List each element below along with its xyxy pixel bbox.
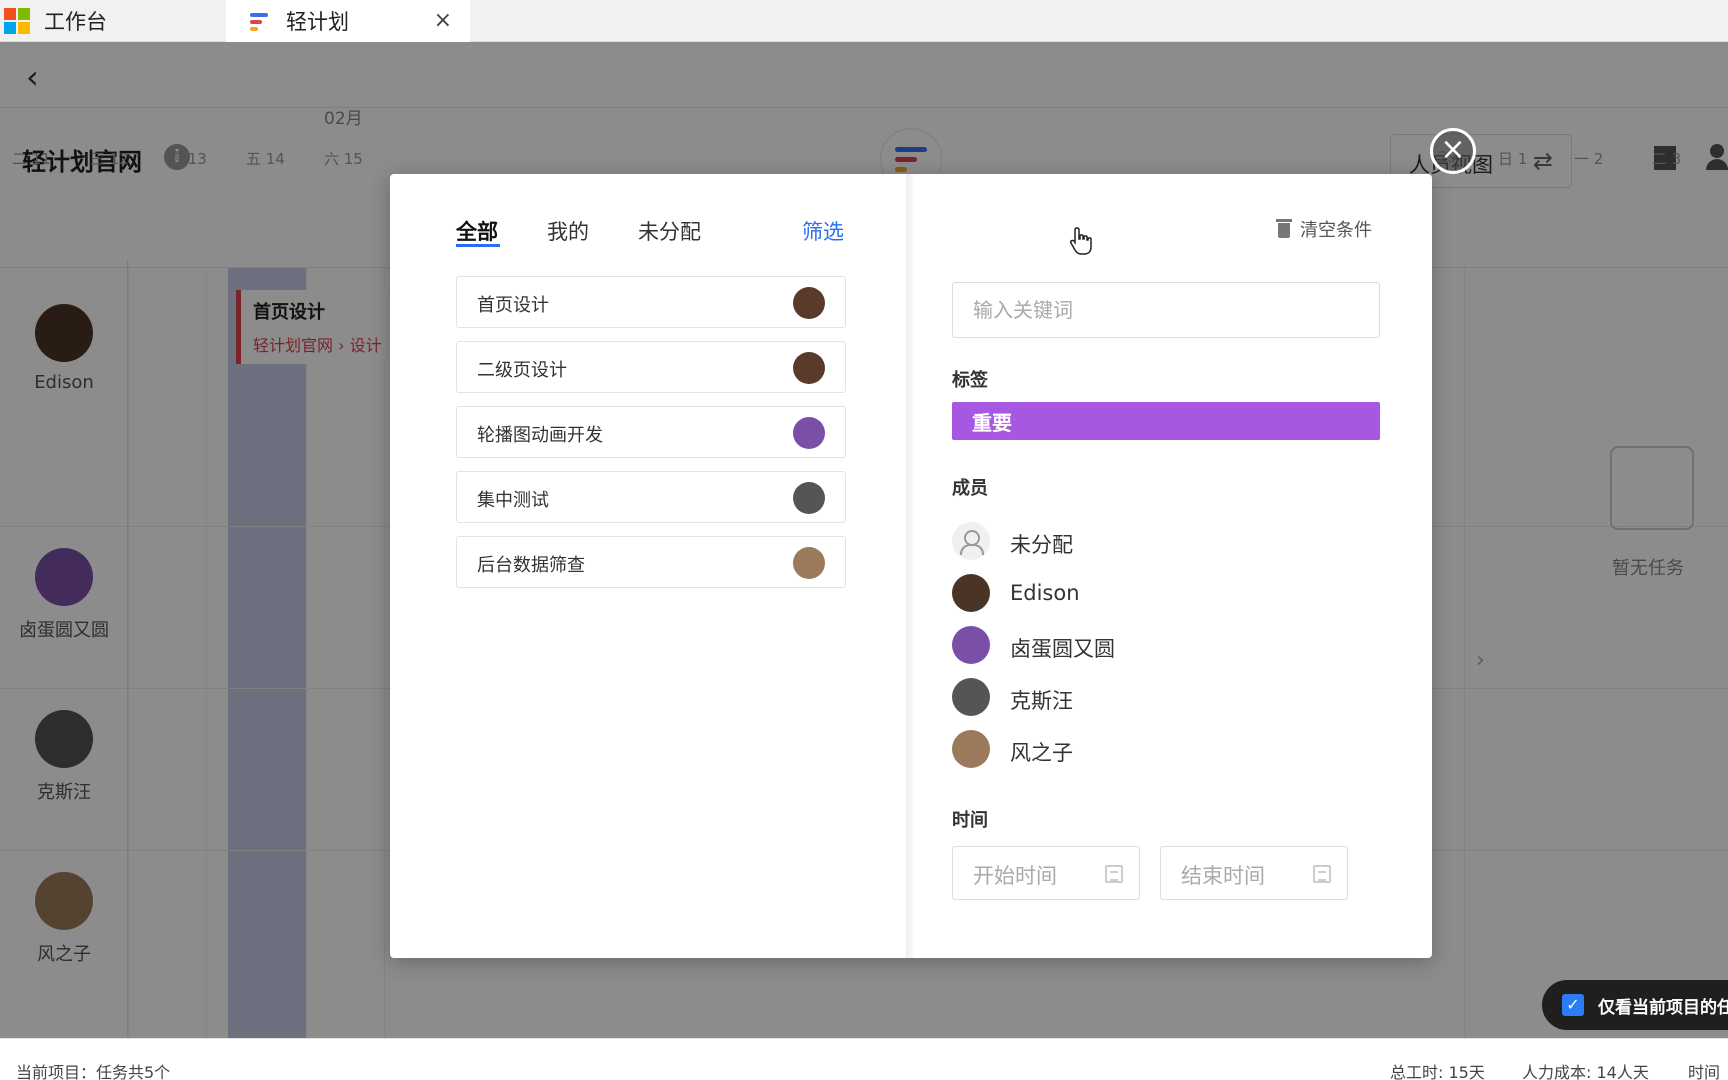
- member-name: 克斯汪: [1010, 689, 1073, 713]
- member-option-unassigned[interactable]: 未分配: [952, 522, 1252, 562]
- list-item[interactable]: 首页设计: [456, 276, 846, 328]
- modal-divider: [906, 174, 914, 958]
- end-time-placeholder: 结束时间: [1181, 864, 1265, 888]
- tag-section-label: 标签: [952, 370, 988, 391]
- avatar: [793, 417, 825, 449]
- tab-all[interactable]: 全部: [456, 216, 498, 246]
- member-option-edison[interactable]: Edison: [952, 574, 1252, 614]
- trash-icon: [1276, 219, 1292, 238]
- list-item[interactable]: 后台数据筛查: [456, 536, 846, 588]
- only-current-project-toggle[interactable]: ✓ 仅看当前项目的任务: [1542, 980, 1728, 1030]
- avatar: [793, 547, 825, 579]
- time-section-label: 时间: [952, 810, 988, 831]
- avatar: [952, 730, 990, 768]
- tab-workbench-label: 工作台: [44, 10, 107, 34]
- member-name: 未分配: [1010, 533, 1073, 557]
- list-item[interactable]: 集中测试: [456, 471, 846, 523]
- member-option-fengzhizi[interactable]: 风之子: [952, 730, 1252, 770]
- windows-logo-icon: [4, 8, 30, 34]
- tab-light-plan-label: 轻计划: [286, 10, 349, 34]
- avatar: [952, 678, 990, 716]
- unassigned-user-icon: [952, 522, 990, 560]
- status-time-range: 时间段: [1688, 1063, 1721, 1080]
- task-name: 集中测试: [477, 490, 549, 511]
- status-task-count: 当前项目：任务共5个: [16, 1063, 171, 1080]
- start-time-picker[interactable]: 开始时间: [952, 846, 1140, 900]
- start-time-placeholder: 开始时间: [973, 864, 1057, 888]
- avatar: [793, 287, 825, 319]
- member-name: Edison: [1010, 581, 1080, 605]
- clear-conditions-button[interactable]: 清空条件: [1276, 216, 1372, 242]
- filter-modal: 全部 我的 未分配 筛选 首页设计 二级页设计 轮播图动画开发 集中测试 后台数…: [390, 174, 1432, 958]
- light-plan-logo-icon: [250, 11, 272, 31]
- hand-cursor-icon: [1070, 227, 1092, 255]
- avatar: [952, 626, 990, 664]
- calendar-icon: [1313, 865, 1331, 883]
- status-labor-cost: 人力成本: 14人天: [1522, 1063, 1649, 1080]
- task-name: 二级页设计: [477, 360, 567, 381]
- filter-button[interactable]: 筛选: [802, 216, 844, 246]
- active-tab-indicator: [456, 244, 500, 247]
- tab-unassigned[interactable]: 未分配: [638, 216, 701, 246]
- status-bar: 当前项目：任务共5个 总工时: 15天 人力成本: 14人天 时间段: [0, 1038, 1728, 1080]
- tab-workbench[interactable]: 工作台: [0, 0, 226, 42]
- avatar: [793, 482, 825, 514]
- tab-close-icon[interactable]: ×: [434, 8, 452, 33]
- checkbox-checked-icon: ✓: [1562, 994, 1584, 1016]
- member-option-ludan[interactable]: 卤蛋圆又圆: [952, 626, 1252, 666]
- list-item[interactable]: 二级页设计: [456, 341, 846, 393]
- end-time-picker[interactable]: 结束时间: [1160, 846, 1348, 900]
- browser-tab-bar: 工作台 轻计划 ×: [0, 0, 1728, 42]
- list-item[interactable]: 轮播图动画开发: [456, 406, 846, 458]
- keyword-search-input[interactable]: [952, 282, 1380, 338]
- task-name: 轮播图动画开发: [477, 425, 603, 446]
- calendar-icon: [1105, 865, 1123, 883]
- member-name: 风之子: [1010, 741, 1073, 765]
- task-name: 首页设计: [477, 295, 549, 316]
- tab-light-plan[interactable]: 轻计划 ×: [226, 0, 470, 42]
- tag-important[interactable]: 重要: [952, 402, 1380, 440]
- member-name: 卤蛋圆又圆: [1010, 637, 1115, 661]
- tab-mine[interactable]: 我的: [547, 216, 589, 246]
- avatar: [952, 574, 990, 612]
- task-name: 后台数据筛查: [477, 555, 585, 576]
- member-option-kesiwang[interactable]: 克斯汪: [952, 678, 1252, 718]
- member-section-label: 成员: [952, 478, 988, 499]
- modal-close-icon[interactable]: ×: [1430, 128, 1476, 174]
- avatar: [793, 352, 825, 384]
- only-current-project-label: 仅看当前项目的任务: [1598, 998, 1728, 1018]
- clear-conditions-label: 清空条件: [1300, 220, 1372, 241]
- status-total-hours: 总工时: 15天: [1390, 1063, 1485, 1080]
